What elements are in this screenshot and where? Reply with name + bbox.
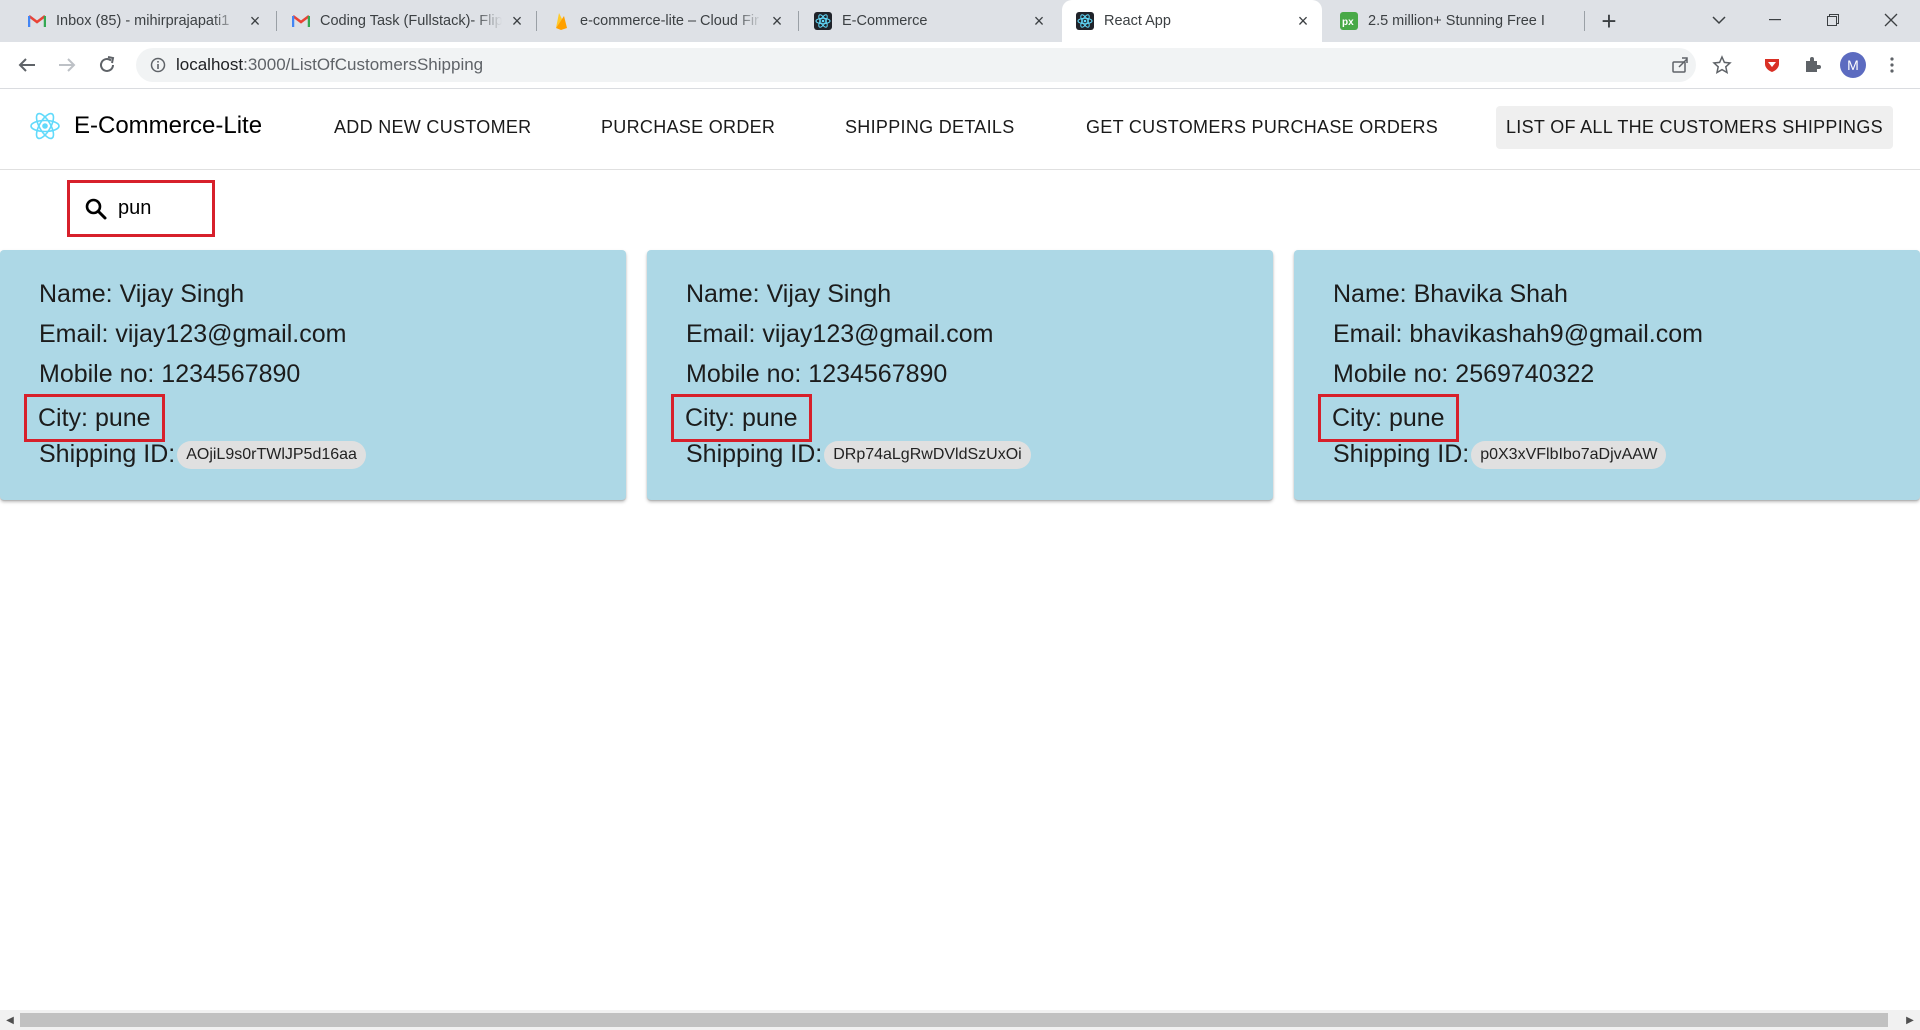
shipping-card: Name: Bhavika Shah Email: bhavikashah9@g… xyxy=(1294,250,1920,500)
app-header: E-Commerce-Lite ADD NEW CUSTOMER PURCHAS… xyxy=(0,89,1920,170)
close-tab-icon[interactable]: × xyxy=(246,11,264,31)
customer-name: Name: Bhavika Shah xyxy=(1333,280,1568,308)
horizontal-scrollbar[interactable]: ◀ ▶ xyxy=(0,1010,1920,1030)
nav-list-customers-shippings[interactable]: LIST OF ALL THE CUSTOMERS SHIPPINGS xyxy=(1496,106,1893,149)
browser-tab-active[interactable]: React App × xyxy=(1062,0,1322,42)
close-tab-icon[interactable]: × xyxy=(1294,11,1312,31)
shipping-id-label: Shipping ID: xyxy=(39,440,176,468)
browser-tab[interactable]: Coding Task (Fullstack)- Flip × xyxy=(278,0,536,42)
share-icon[interactable] xyxy=(1668,53,1692,77)
shipping-card: Name: Vijay Singh Email: vijay123@gmail.… xyxy=(0,250,626,500)
tab-title: E-Commerce xyxy=(842,13,928,29)
gmail-icon xyxy=(292,12,310,30)
customer-mobile: Mobile no: 1234567890 xyxy=(39,360,301,388)
shipping-id-label: Shipping ID: xyxy=(1333,440,1470,468)
pixabay-icon: px xyxy=(1340,12,1358,30)
close-window-button[interactable] xyxy=(1868,0,1914,40)
tab-divider xyxy=(1584,11,1585,31)
url-path: :3000/ListOfCustomersShipping xyxy=(243,55,484,74)
url-text: localhost:3000/ListOfCustomersShipping xyxy=(176,55,483,75)
customer-name: Name: Vijay Singh xyxy=(39,280,245,308)
close-tab-icon[interactable]: × xyxy=(508,11,526,31)
tab-title: React App xyxy=(1104,13,1171,29)
tab-divider xyxy=(276,11,277,31)
shipping-id-chip[interactable]: AOjiL9s0rTWlJP5d16aa xyxy=(177,441,366,470)
tab-search-button[interactable] xyxy=(1696,0,1742,40)
shipping-id-chip[interactable]: DRp74aLgRwDVldSzUxOi xyxy=(824,441,1031,470)
tab-title: Inbox (85) - mihirprajapati1 xyxy=(56,13,230,29)
shipping-id-label: Shipping ID: xyxy=(686,440,823,468)
scroll-left-arrow-icon[interactable]: ◀ xyxy=(0,1010,20,1030)
customer-name: Name: Vijay Singh xyxy=(686,280,892,308)
back-button[interactable] xyxy=(12,50,42,80)
search-icon xyxy=(82,195,110,223)
gmail-icon xyxy=(28,12,46,30)
browser-tab[interactable]: e-commerce-lite – Cloud Fir × xyxy=(538,0,796,42)
customer-mobile: Mobile no: 2569740322 xyxy=(1333,360,1595,388)
browser-tab[interactable]: E-Commerce × xyxy=(800,0,1058,42)
customer-email: Email: vijay123@gmail.com xyxy=(686,320,994,348)
scroll-right-arrow-icon[interactable]: ▶ xyxy=(1900,1010,1920,1030)
brand-name: E-Commerce-Lite xyxy=(74,112,263,139)
profile-avatar[interactable]: M xyxy=(1840,52,1866,78)
browser-tab-strip: Inbox (85) - mihirprajapati1 × Coding Ta… xyxy=(0,0,1920,42)
svg-text:px: px xyxy=(1342,17,1354,28)
info-icon[interactable] xyxy=(150,57,166,73)
tab-title: 2.5 million+ Stunning Free I xyxy=(1368,13,1545,29)
browser-toolbar: localhost:3000/ListOfCustomersShipping M xyxy=(0,42,1920,89)
close-tab-icon[interactable]: × xyxy=(768,11,786,31)
address-bar[interactable]: localhost:3000/ListOfCustomersShipping xyxy=(136,48,1696,82)
react-logo-icon xyxy=(28,109,62,143)
nav-purchase-order[interactable]: PURCHASE ORDER xyxy=(601,117,775,138)
extension-shield-icon[interactable] xyxy=(1760,53,1784,77)
react-icon xyxy=(814,12,832,30)
reload-button[interactable] xyxy=(92,50,122,80)
tab-divider xyxy=(536,11,537,31)
nav-shipping-details[interactable]: SHIPPING DETAILS xyxy=(845,117,1015,138)
firebase-icon xyxy=(552,12,570,30)
nav-get-customers-purchase-orders[interactable]: GET CUSTOMERS PURCHASE ORDERS xyxy=(1086,117,1438,138)
tab-divider xyxy=(798,11,799,31)
shipping-id-chip[interactable]: p0X3xVFlbIbo7aDjvAAW xyxy=(1471,441,1667,470)
nav-add-new-customer[interactable]: ADD NEW CUSTOMER xyxy=(334,117,531,138)
more-menu-icon[interactable] xyxy=(1880,53,1904,77)
search-box[interactable] xyxy=(67,180,215,237)
extensions-puzzle-icon[interactable] xyxy=(1800,53,1824,77)
search-input[interactable] xyxy=(118,197,198,220)
customer-email: Email: bhavikashah9@gmail.com xyxy=(1333,320,1703,348)
forward-button[interactable] xyxy=(52,50,82,80)
shipping-card: Name: Vijay Singh Email: vijay123@gmail.… xyxy=(647,250,1273,500)
new-tab-button[interactable]: + xyxy=(1596,6,1622,36)
tab-title: Coding Task (Fullstack)- Flip xyxy=(320,13,502,29)
restore-button[interactable] xyxy=(1810,0,1856,40)
scrollbar-thumb[interactable] xyxy=(20,1013,1888,1027)
browser-tab[interactable]: Inbox (85) - mihirprajapati1 × xyxy=(14,0,274,42)
browser-tab[interactable]: px 2.5 million+ Stunning Free I xyxy=(1326,0,1584,42)
customer-mobile: Mobile no: 1234567890 xyxy=(686,360,948,388)
customer-email: Email: vijay123@gmail.com xyxy=(39,320,347,348)
close-tab-icon[interactable]: × xyxy=(1030,11,1048,31)
minimize-button[interactable] xyxy=(1752,0,1798,40)
react-icon xyxy=(1076,12,1094,30)
url-host: localhost xyxy=(176,55,244,74)
tab-title: e-commerce-lite – Cloud Fir xyxy=(580,13,759,29)
bookmark-star-icon[interactable] xyxy=(1710,53,1734,77)
brand[interactable]: E-Commerce-Lite xyxy=(28,109,262,143)
